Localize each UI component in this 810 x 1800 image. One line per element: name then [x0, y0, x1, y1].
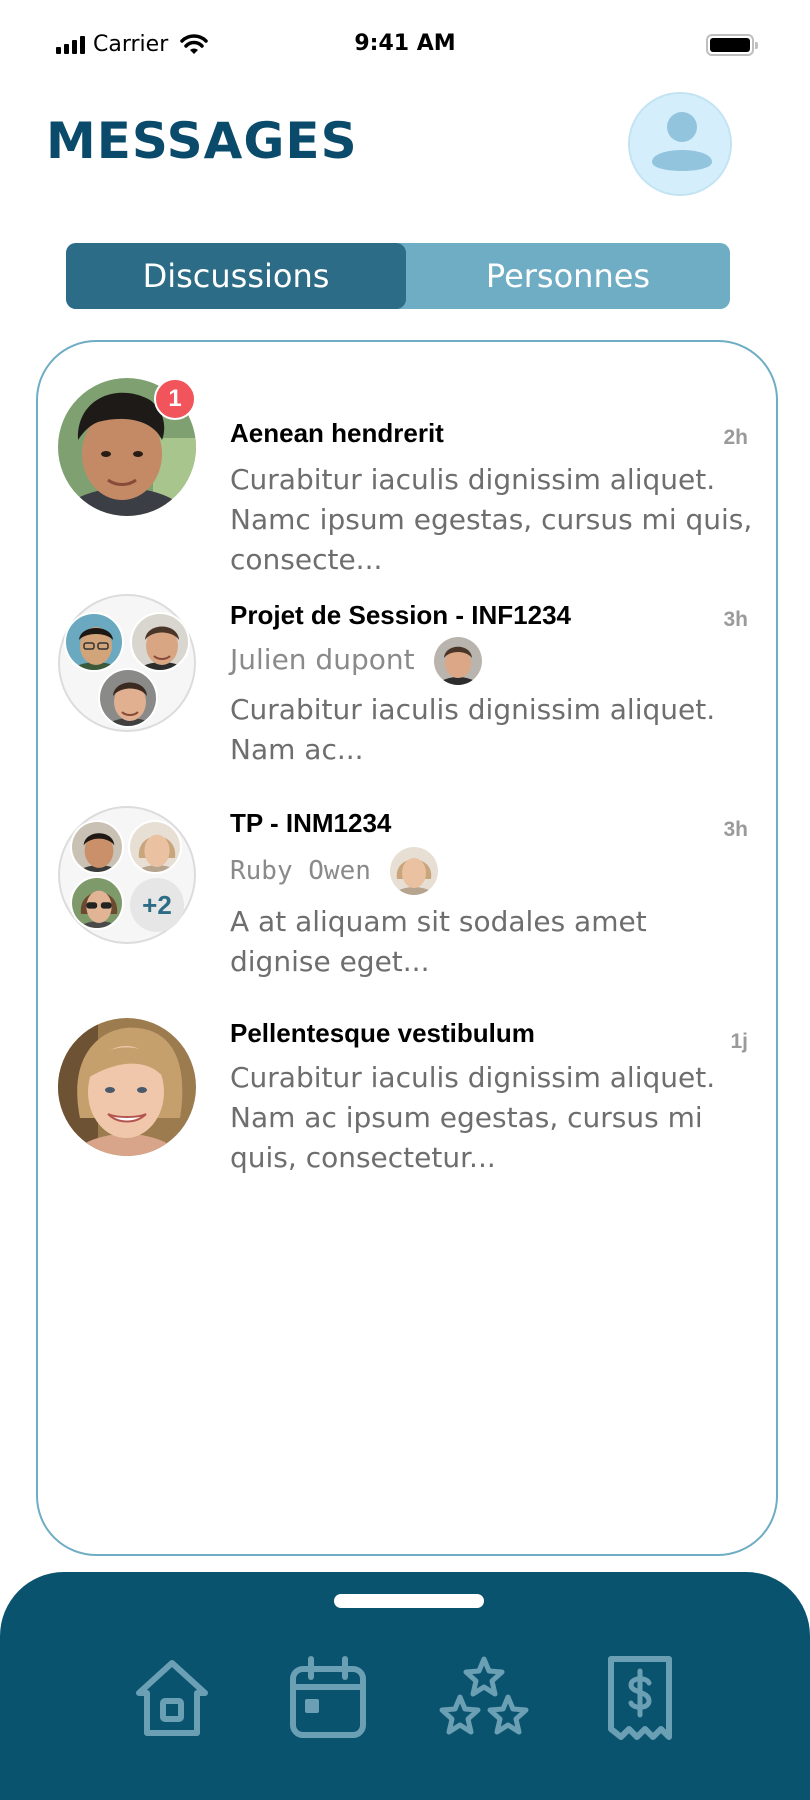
message-preview: A at aliquam sit sodales amet dignise eg…: [230, 902, 770, 982]
conversation-item[interactable]: Pellentesque vestibulum 1j Curabitur iac…: [38, 1018, 780, 1198]
nav-calendar-button[interactable]: [280, 1650, 376, 1746]
conversation-title: Projet de Session - INF1234: [230, 600, 572, 630]
conversation-time: 1j: [730, 1030, 748, 1053]
member-photo: [70, 876, 124, 930]
conversation-item[interactable]: 1 Aenean hendrerit 2h Curabitur iaculis …: [38, 378, 780, 576]
segmented-tabs: Discussions Personnes: [66, 243, 730, 309]
conversation-time: 3h: [723, 608, 748, 631]
receipt-dollar-icon: [608, 1656, 672, 1740]
member-photo: [128, 820, 182, 874]
sender-name: Julien dupont: [230, 643, 415, 676]
preview-line: Namc ipsum egestas, cursus mi quis,: [230, 503, 753, 536]
message-preview: Curabitur iaculis dignissim aliquet. Nam…: [230, 1058, 770, 1178]
member-photo: [64, 612, 124, 672]
last-sender: Julien dupont: [230, 634, 482, 686]
tab-discussions[interactable]: Discussions: [66, 243, 406, 309]
preview-line: Curabitur iaculis dignissim aliquet.: [230, 463, 716, 496]
preview-line: Curabitur iaculis dignissim aliquet.: [230, 1061, 716, 1094]
preview-line: consecte...: [230, 543, 383, 576]
group-avatar: [58, 594, 196, 732]
last-sender: Ruby Owen: [230, 844, 438, 896]
nav-home-button[interactable]: [124, 1650, 220, 1746]
conversation-item[interactable]: +2 TP - INM1234 3h Ruby Owen A at aliqua…: [38, 806, 780, 986]
profile-avatar-button[interactable]: [628, 92, 732, 196]
nav-rewards-button[interactable]: [436, 1650, 532, 1746]
preview-line: Nam ac...: [230, 733, 364, 766]
group-avatar: +2: [58, 806, 196, 944]
sender-photo: [389, 847, 438, 895]
status-time: 9:41 AM: [354, 31, 456, 56]
extra-members-count: +2: [130, 878, 184, 932]
member-photo: [70, 820, 124, 874]
stars-icon: [439, 1656, 529, 1735]
preview-line: Nam ac ipsum egestas, cursus mi: [230, 1101, 703, 1134]
conversation-list: 1 Aenean hendrerit 2h Curabitur iaculis …: [36, 340, 778, 1556]
unread-badge: 1: [154, 378, 196, 420]
contact-photo: [58, 1018, 196, 1156]
message-preview: Curabitur iaculis dignissim aliquet. Nam…: [230, 690, 770, 770]
tab-personnes[interactable]: Personnes: [406, 243, 730, 309]
preview-line: dignise eget...: [230, 945, 430, 978]
member-photo: [130, 612, 190, 672]
battery-icon: [706, 34, 758, 56]
user-icon: [652, 112, 712, 171]
preview-line: quis, consectetur...: [230, 1141, 496, 1174]
preview-line: A at aliquam sit sodales amet: [230, 905, 647, 938]
page-title: MESSAGES: [46, 112, 358, 170]
home-icon: [136, 1660, 208, 1736]
sender-photo: [433, 637, 482, 685]
conversation-title: Pellentesque vestibulum: [230, 1018, 535, 1048]
drag-handle[interactable]: [334, 1594, 484, 1608]
nav-billing-button[interactable]: [592, 1650, 688, 1746]
message-preview: Curabitur iaculis dignissim aliquet. Nam…: [230, 460, 770, 580]
bottom-navigation: [0, 1572, 810, 1800]
status-bar: Carrier 9:41 AM: [0, 18, 810, 74]
conversation-title: Aenean hendrerit: [230, 418, 444, 448]
conversation-time: 2h: [723, 426, 748, 449]
member-photo: [98, 668, 158, 728]
preview-line: Curabitur iaculis dignissim aliquet.: [230, 693, 716, 726]
conversation-item[interactable]: Projet de Session - INF1234 3h Julien du…: [38, 594, 780, 774]
calendar-icon: [290, 1656, 366, 1738]
conversation-title: TP - INM1234: [230, 808, 392, 838]
sender-name: Ruby Owen: [230, 856, 371, 886]
conversation-time: 3h: [723, 818, 748, 841]
